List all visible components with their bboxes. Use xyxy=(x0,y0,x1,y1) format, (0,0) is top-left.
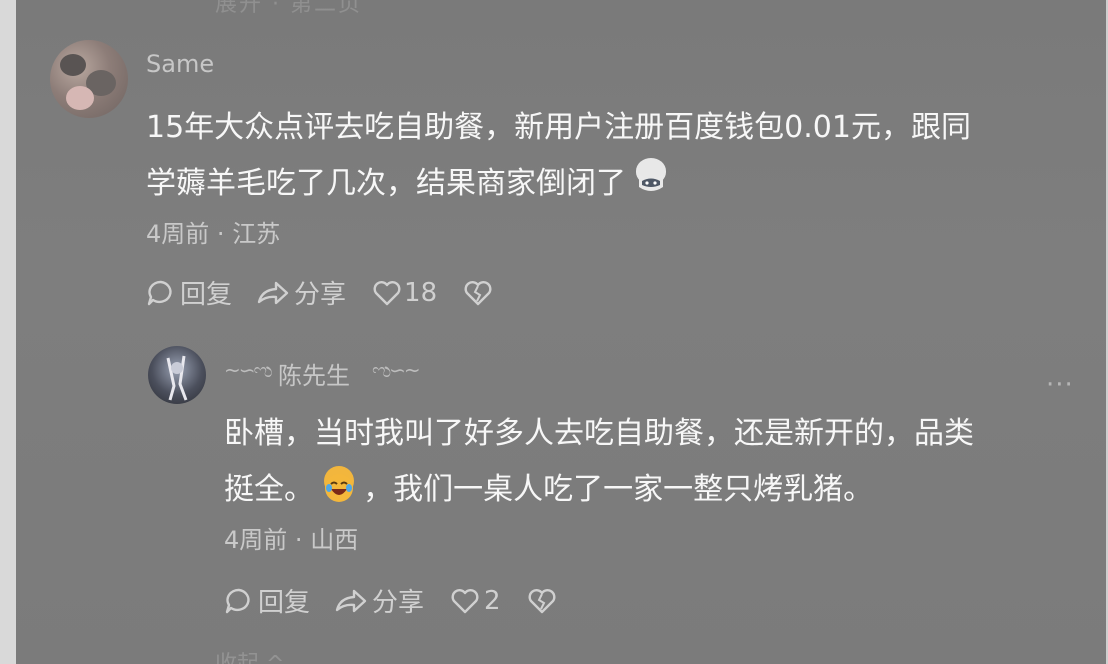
laughing-face-icon xyxy=(323,466,354,502)
comment-time: 4周前 xyxy=(146,220,210,248)
cat-face-icon xyxy=(635,158,666,191)
ornament-right: ಌ∽~ xyxy=(372,358,421,382)
share-label: 分享 xyxy=(294,280,347,310)
share-arrow-icon xyxy=(334,586,368,616)
share-button[interactable]: 分享 xyxy=(256,274,346,311)
avatar[interactable] xyxy=(50,40,128,118)
heart-icon xyxy=(450,587,480,615)
comment-bubble-icon xyxy=(224,586,254,616)
avatar-cat-shape xyxy=(66,86,94,110)
reply-location: 山西 xyxy=(310,526,359,554)
share-button[interactable]: 分享 xyxy=(334,582,424,619)
comment-username[interactable]: Same xyxy=(146,50,214,78)
comment-actions: 回复 分享 18 xyxy=(146,274,493,311)
reply-button[interactable]: 回复 xyxy=(224,582,310,619)
broken-heart-icon xyxy=(463,279,493,307)
reply-actions: 回复 分享 2 xyxy=(224,582,557,619)
like-button[interactable]: 2 xyxy=(450,586,501,616)
comment-content-line: 15年大众点评去吃自助餐，新用户注册百度钱包0.01元，跟同 xyxy=(146,110,971,145)
reply-content: 卧槽，当时我叫了好多人去吃自助餐，还是新开的，品类 挺全。 ，我们一桌人吃了一家… xyxy=(224,406,1084,518)
meta-separator: · xyxy=(216,220,225,248)
broken-heart-icon xyxy=(527,587,557,615)
reply-avatar[interactable] xyxy=(148,346,206,404)
like-count: 2 xyxy=(484,585,501,616)
more-options-button[interactable]: ··· xyxy=(1046,370,1074,400)
like-button[interactable]: 18 xyxy=(372,278,437,308)
reply-username[interactable]: 陈先生 xyxy=(278,356,350,391)
share-label: 分享 xyxy=(372,588,425,618)
reply-time: 4周前 xyxy=(224,526,288,554)
collapse-replies-hint[interactable]: 收起 ^ xyxy=(215,646,284,664)
dislike-button[interactable] xyxy=(463,279,493,307)
comment-location: 江苏 xyxy=(232,220,281,248)
dislike-button[interactable] xyxy=(527,587,557,615)
heart-icon xyxy=(372,279,402,307)
reply-content-line: 挺全。 ，我们一桌人吃了一家一整只烤乳猪。 xyxy=(224,462,1084,518)
ornament-left: ~∽ಌ xyxy=(224,358,273,382)
reply-content-line: 卧槽，当时我叫了好多人去吃自助餐，还是新开的，品类 xyxy=(224,416,974,451)
comment-bubble-icon xyxy=(146,278,176,308)
reply-label: 回复 xyxy=(180,280,233,310)
meta-separator: · xyxy=(294,526,303,554)
reply-content-text: ，我们一桌人吃了一家一整只烤乳猪。 xyxy=(363,472,874,507)
like-count: 18 xyxy=(404,277,438,308)
reply-content-text: 挺全。 xyxy=(224,472,314,507)
collapsed-replies-hint[interactable]: 展开 · 第二页 xyxy=(215,0,362,18)
comment-content: 15年大众点评去吃自助餐，新用户注册百度钱包0.01元，跟同 学薅羊毛吃了几次，… xyxy=(146,100,1076,212)
reply-meta: 4周前 · 山西 xyxy=(224,520,358,555)
reply-button[interactable]: 回复 xyxy=(146,274,232,311)
comment-content-line: 学薅羊毛吃了几次，结果商家倒闭了 xyxy=(146,156,1076,212)
left-edge xyxy=(0,0,16,664)
share-arrow-icon xyxy=(256,278,290,308)
comment-meta: 4周前 · 江苏 xyxy=(146,214,280,249)
avatar-cat-shape xyxy=(60,54,86,76)
avatar-figure-shape xyxy=(166,355,188,401)
reply-label: 回复 xyxy=(258,588,311,618)
comment-content-text: 学薅羊毛吃了几次，结果商家倒闭了 xyxy=(146,166,626,201)
